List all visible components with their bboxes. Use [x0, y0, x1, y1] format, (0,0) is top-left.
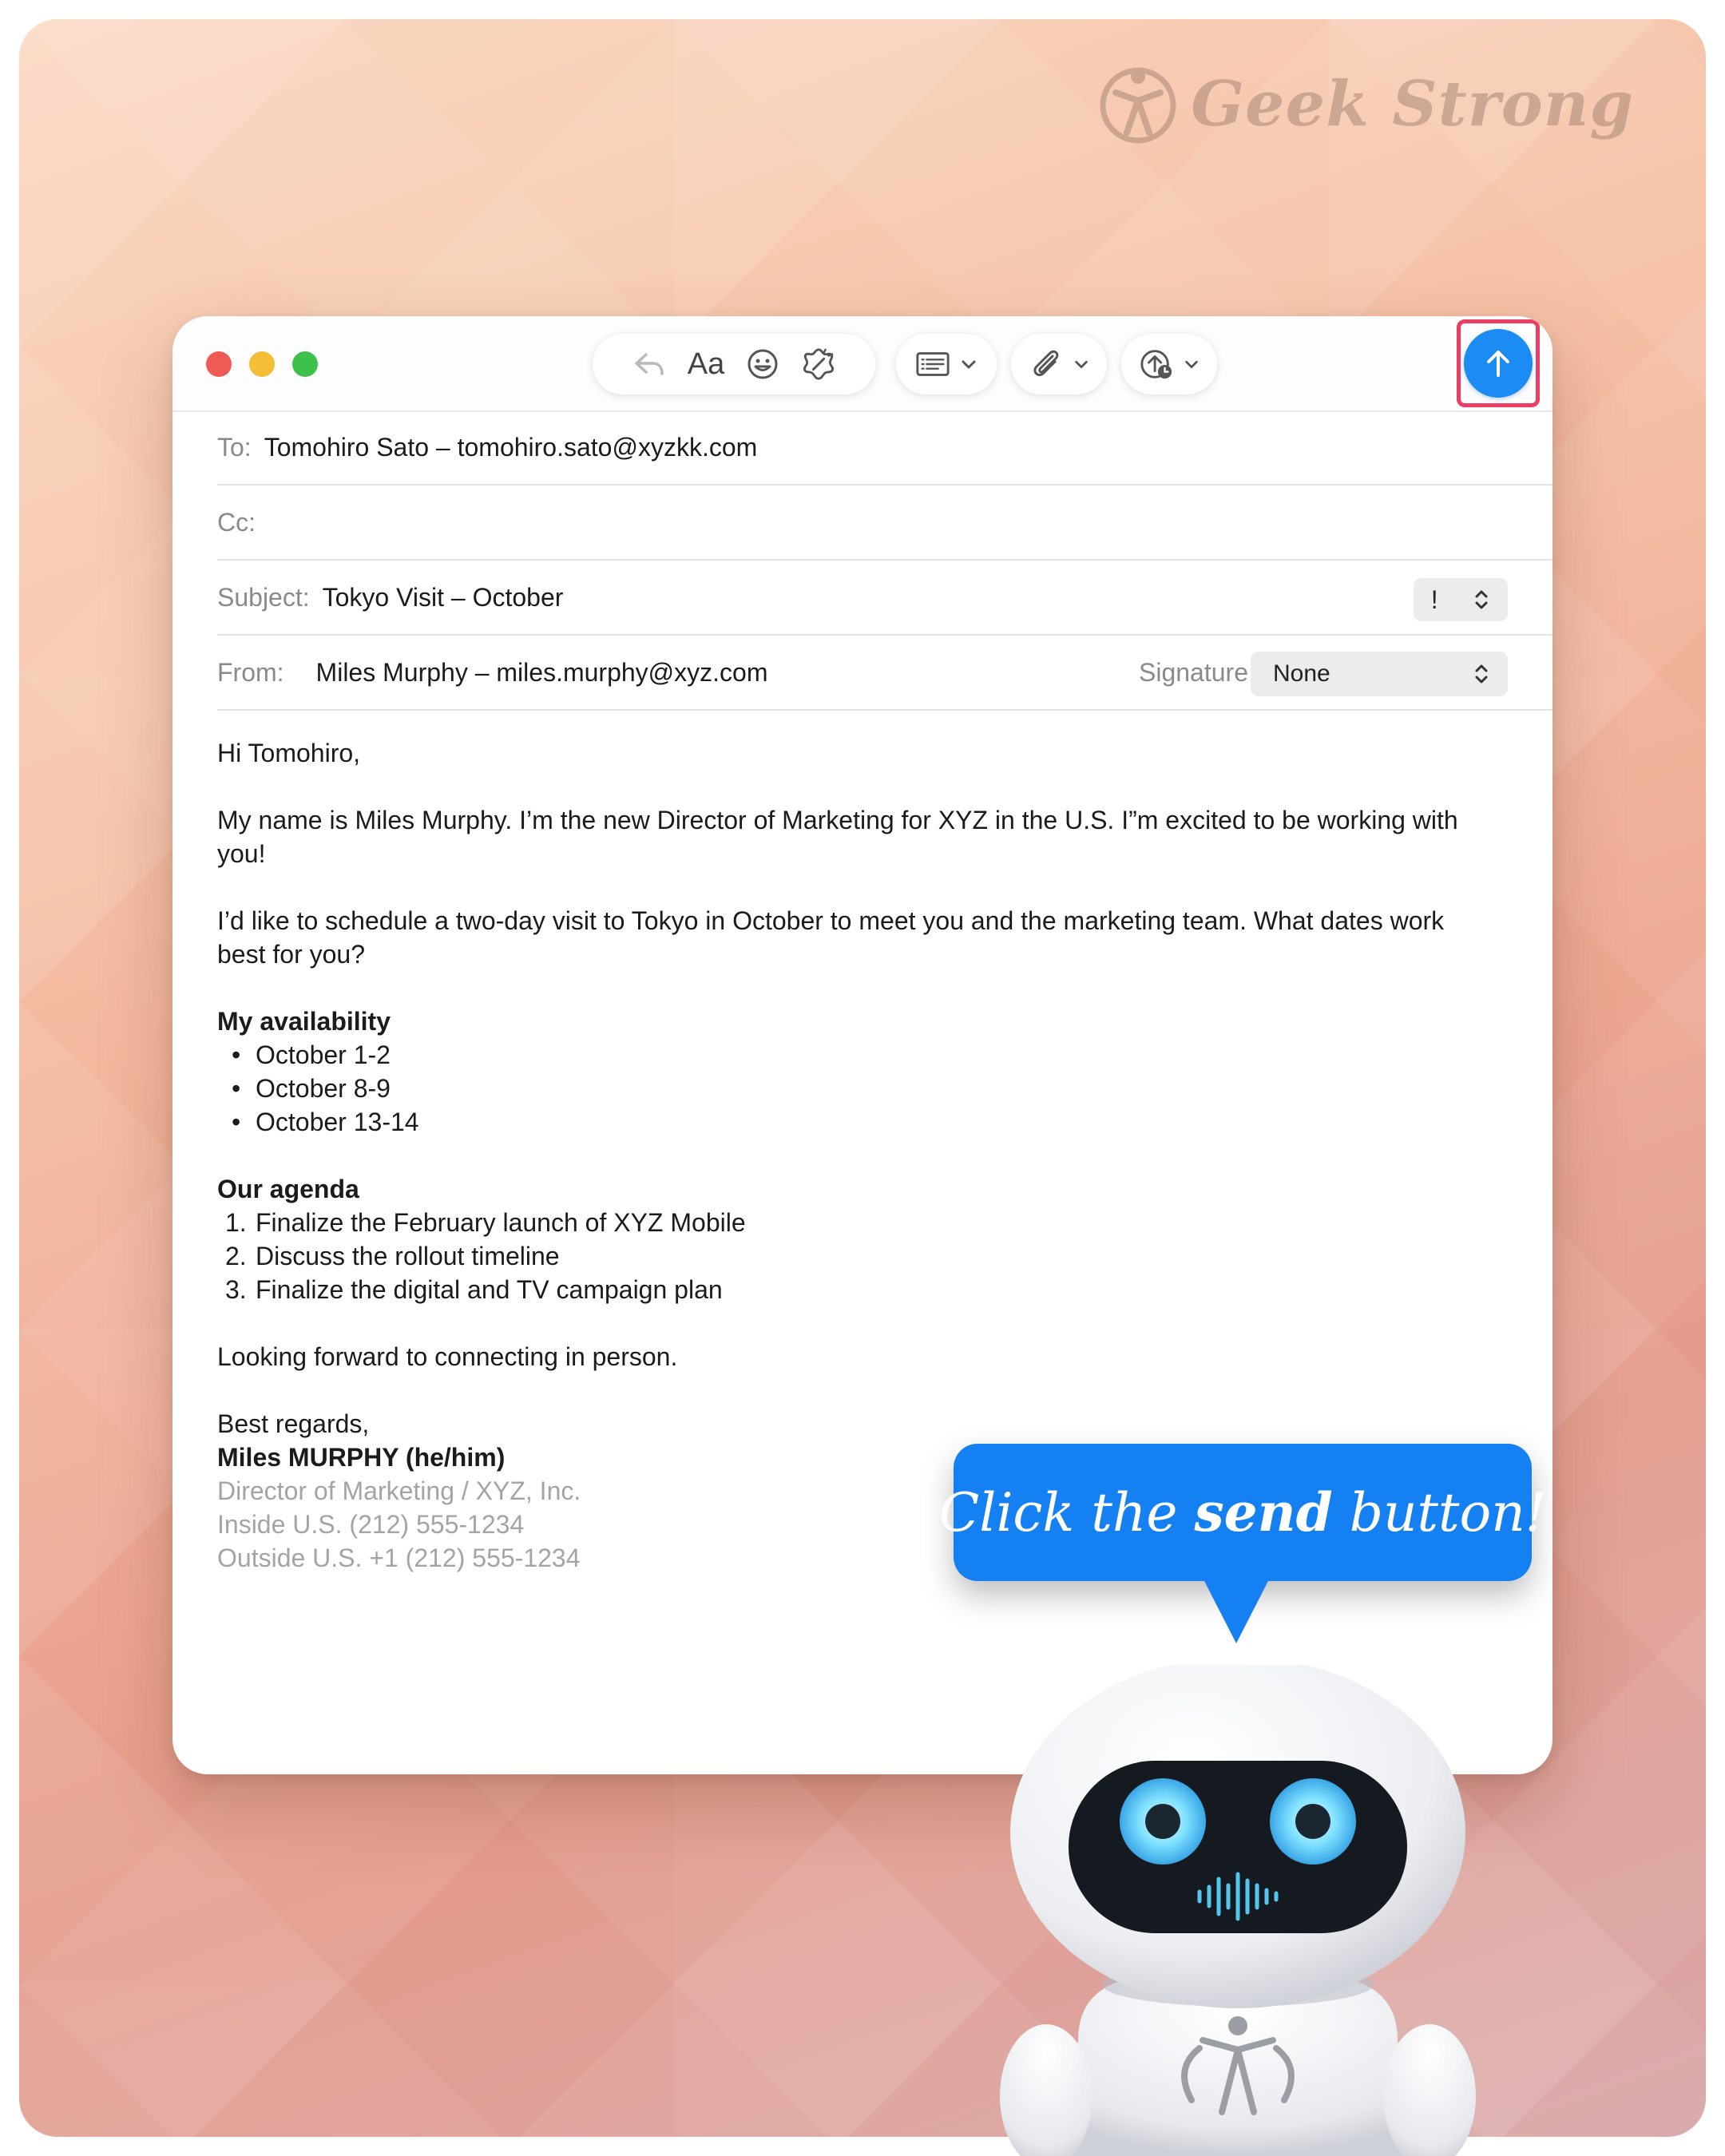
list-item: 2. Discuss the rollout timeline: [225, 1242, 560, 1270]
paperclip-icon: [1029, 347, 1064, 382]
signature-value: None: [1273, 660, 1330, 687]
callout-tail: [1203, 1578, 1270, 1643]
header-fields-icon: [915, 347, 950, 382]
minimize-window-button[interactable]: [249, 351, 275, 377]
subject-label: Subject:: [217, 582, 310, 612]
list-item: • October 13-14: [232, 1108, 419, 1136]
from-label: From:: [217, 657, 284, 687]
close-window-button[interactable]: [206, 351, 232, 377]
emoji-icon[interactable]: [745, 347, 780, 382]
list-item: • October 1-2: [232, 1040, 391, 1069]
agenda-heading: Our agenda: [217, 1175, 359, 1203]
instruction-callout: Click the send button!: [939, 1444, 1546, 1581]
up-down-chevron-icon: [1475, 590, 1488, 609]
subject-value[interactable]: Tokyo Visit – October: [323, 583, 564, 612]
brand-logo: Geek Strong: [1098, 64, 1634, 144]
priority-selector[interactable]: !: [1414, 578, 1508, 621]
zoom-window-button[interactable]: [292, 351, 318, 377]
to-recipient[interactable]: Tomohiro Sato – tomohiro.sato@xyzkk.com: [264, 433, 758, 462]
list-item: 1. Finalize the February launch of XYZ Mo…: [225, 1208, 746, 1237]
greeting: Hi Tomohiro,: [217, 739, 361, 767]
chevron-down-icon: [962, 360, 976, 369]
send-later-button[interactable]: [1121, 334, 1217, 394]
from-account-selector[interactable]: Miles Murphy – miles.murphy@xyz.com: [316, 658, 768, 688]
signoff: Best regards,: [217, 1409, 370, 1438]
closing-line: Looking forward to connecting in person.: [217, 1342, 678, 1371]
callout-text: Click the send button!: [938, 1481, 1547, 1544]
send-button[interactable]: [1464, 329, 1533, 398]
cc-label: Cc:: [217, 507, 256, 537]
header-fields-button[interactable]: [896, 334, 997, 394]
writing-tools-icon[interactable]: [801, 347, 836, 382]
toolbar: Aa: [172, 316, 1552, 412]
list-item: 3. Finalize the digital and TV campaign p…: [225, 1275, 723, 1304]
to-field[interactable]: To: Tomohiro Sato – tomohiro.sato@xyzkk.…: [217, 410, 1552, 485]
robot-mascot: [1000, 1665, 1476, 2156]
signature-selector[interactable]: None: [1251, 652, 1508, 696]
format-button[interactable]: Aa: [688, 347, 724, 382]
from-field: From: Miles Murphy – miles.murphy@xyz.co…: [217, 636, 1552, 711]
request-paragraph: I’d like to schedule a two-day visit to …: [217, 906, 1445, 969]
subject-field[interactable]: Subject: Tokyo Visit – October !: [217, 561, 1552, 636]
intro-paragraph: My name is Miles Murphy. I’m the new Dir…: [217, 806, 1458, 868]
chevron-down-icon: [1185, 360, 1198, 368]
attach-button[interactable]: [1011, 334, 1107, 394]
reply-icon[interactable]: [632, 347, 667, 382]
availability-heading: My availability: [217, 1007, 391, 1036]
cc-field[interactable]: Cc:: [217, 485, 1552, 561]
brand-figure-icon: [1100, 67, 1176, 144]
send-button-highlight: [1457, 319, 1540, 407]
agenda-list: 1. Finalize the February launch of XYZ Mo…: [217, 1206, 1495, 1306]
chevron-down-icon: [1075, 360, 1088, 368]
priority-value: !: [1430, 585, 1438, 614]
up-down-chevron-icon: [1475, 664, 1488, 684]
toolbar-format-group: Aa: [593, 334, 875, 394]
availability-list: • October 1-2 • October 8-9 • October 13-14: [217, 1038, 1495, 1139]
brand-name: Geek Strong: [1191, 67, 1634, 141]
signature-label: Signature:: [1139, 657, 1255, 687]
to-label: To:: [217, 432, 252, 462]
list-item: • October 8-9: [232, 1074, 391, 1103]
send-later-icon: [1139, 347, 1174, 382]
arrow-up-icon: [1487, 351, 1509, 377]
